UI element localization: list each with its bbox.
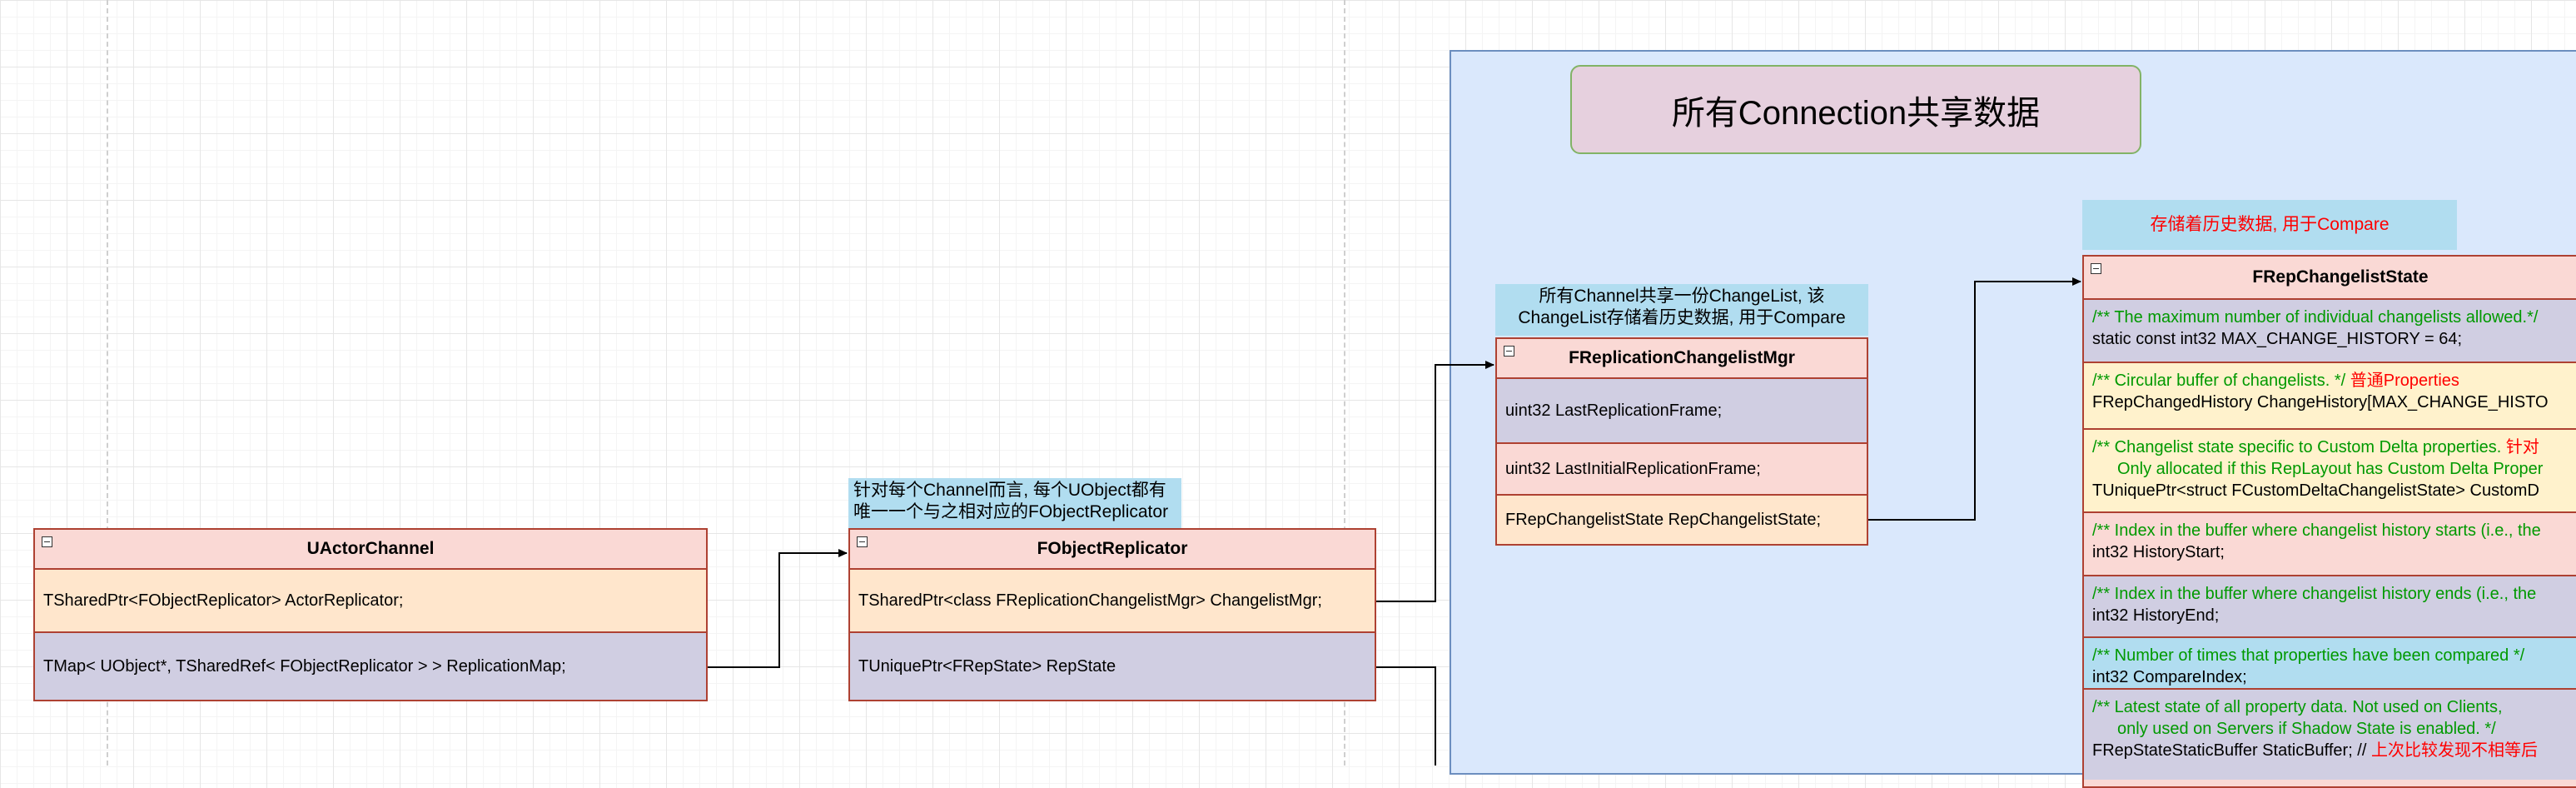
connector-layer — [708, 277, 2081, 766]
edge-repchangeliststate-to-frepchangeliststate — [1868, 277, 2081, 521]
edge-changelistmgr-to-freplicationchangelistmgr — [1376, 361, 1494, 602]
edge-repstate-down — [1376, 666, 1436, 766]
edge-replicationmap-to-fobjectreplicator — [708, 549, 848, 668]
